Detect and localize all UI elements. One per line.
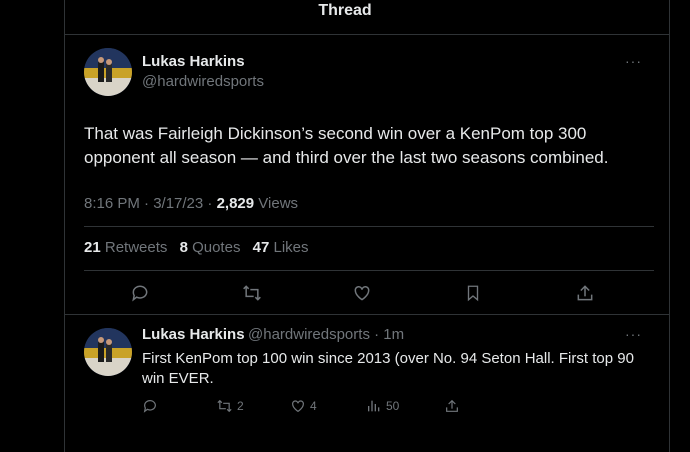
reply-icon	[143, 400, 156, 413]
likes-label: Likes	[273, 239, 309, 256]
retweet-icon[interactable]	[241, 283, 263, 303]
like-icon	[292, 400, 304, 413]
author-name[interactable]: Lukas Harkins	[142, 53, 245, 70]
tweet-timestamp[interactable]: 8:16 PM · 3/17/23 ·	[84, 195, 217, 212]
tweet-meta: 8:16 PM · 3/17/23 · 2,829 Views	[84, 195, 298, 212]
views-count: 2,829	[216, 195, 255, 212]
divider	[84, 226, 654, 227]
reply-icon[interactable]	[130, 283, 150, 303]
like-count: 4	[310, 399, 317, 413]
quotes-stat[interactable]: 8 Quotes	[180, 239, 241, 256]
author-handle[interactable]: @hardwiredsports	[142, 73, 264, 90]
reply-button[interactable]	[142, 398, 158, 414]
more-icon[interactable]: ···	[625, 326, 642, 342]
share-icon	[446, 399, 458, 412]
likes-stat[interactable]: 47 Likes	[253, 239, 309, 256]
views-count: 50	[386, 399, 400, 413]
share-icon[interactable]	[575, 283, 595, 303]
avatar[interactable]	[84, 328, 132, 376]
page-title: Thread	[318, 2, 372, 19]
retweets-count: 21	[84, 239, 101, 256]
share-button[interactable]	[444, 398, 460, 414]
likes-count: 47	[252, 239, 270, 256]
views-icon	[368, 400, 380, 412]
reply-author-name[interactable]: Lukas Harkins	[142, 326, 245, 343]
like-icon[interactable]	[352, 283, 372, 303]
avatar[interactable]	[84, 48, 132, 96]
divider	[64, 314, 670, 315]
views-label: Views	[254, 195, 299, 212]
tweet-text: That was Fairleigh Dickinson’s second wi…	[84, 124, 609, 167]
divider	[84, 270, 654, 271]
like-button[interactable]: 4	[290, 398, 317, 414]
retweet-icon	[217, 399, 232, 413]
retweet-button[interactable]: 2	[216, 398, 244, 414]
views-button[interactable]: 50	[366, 398, 399, 414]
reply-author-handle[interactable]: @hardwiredsports · 1m	[248, 326, 404, 343]
retweet-count: 2	[237, 399, 244, 413]
bookmark-icon[interactable]	[464, 283, 482, 303]
more-icon[interactable]: ···	[625, 53, 642, 69]
header-divider	[64, 34, 670, 35]
quotes-count: 8	[179, 239, 188, 256]
retweets-label: Retweets	[104, 239, 168, 256]
retweets-stat[interactable]: 21 Retweets	[84, 239, 167, 256]
tweet-stats: 21 Retweets 8 Quotes 47 Likes	[84, 239, 317, 256]
quotes-label: Quotes	[192, 239, 241, 256]
reply-text: First KenPom top 100 win since 2013 (ove…	[142, 350, 634, 387]
